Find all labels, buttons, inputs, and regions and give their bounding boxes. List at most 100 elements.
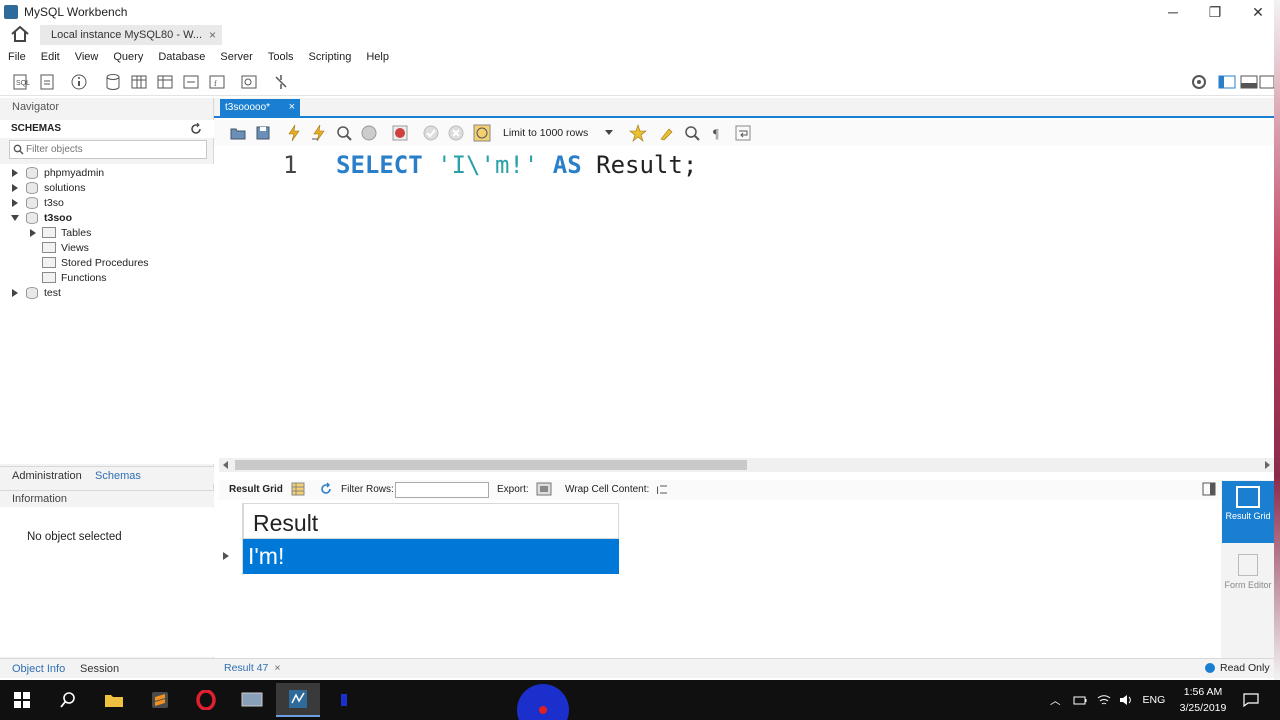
- invisible-characters-icon[interactable]: ¶: [709, 124, 727, 142]
- tree-item-phpmyadmin[interactable]: phpmyadmin: [12, 165, 104, 180]
- wrap-toggle-icon[interactable]: I: [655, 483, 668, 496]
- explain-icon[interactable]: [335, 124, 353, 142]
- beautify-broom-icon[interactable]: [658, 124, 676, 142]
- file-explorer-taskbar-button[interactable]: [92, 683, 136, 717]
- close-button[interactable]: ✕: [1237, 0, 1279, 24]
- autocommit-toggle-icon[interactable]: [473, 124, 491, 142]
- create-schema-icon[interactable]: [104, 73, 122, 91]
- grid-view-icon[interactable]: [291, 482, 305, 496]
- table-cell[interactable]: I'm!: [248, 543, 284, 570]
- add-snippet-star-icon[interactable]: [629, 124, 647, 142]
- search-table-data-icon[interactable]: [240, 73, 258, 91]
- menu-edit[interactable]: Edit: [41, 51, 60, 63]
- close-result-tab-button[interactable]: ×: [274, 662, 280, 674]
- side-form-editor-button[interactable]: Form Editor: [1222, 548, 1274, 604]
- home-icon[interactable]: [10, 26, 30, 42]
- info-icon[interactable]: [70, 73, 88, 91]
- tree-item-stored-procedures[interactable]: Stored Procedures: [36, 255, 149, 270]
- tab-session[interactable]: Session: [80, 663, 119, 675]
- start-button[interactable]: [0, 683, 44, 717]
- execute-lightning-icon[interactable]: [285, 124, 303, 142]
- editor-horizontal-scrollbar[interactable]: [219, 458, 1274, 472]
- battery-icon[interactable]: [1073, 694, 1087, 706]
- sql-statement[interactable]: SELECT 'I\'m!' AS Result;: [336, 151, 697, 179]
- chevron-up-icon[interactable]: ︿: [1050, 693, 1061, 708]
- menu-server[interactable]: Server: [220, 51, 252, 63]
- close-editor-tab-button[interactable]: ×: [289, 101, 295, 113]
- scroll-right-arrow-icon[interactable]: [1265, 461, 1270, 469]
- tree-item-tables[interactable]: Tables: [30, 225, 91, 240]
- rollback-icon[interactable]: [447, 124, 465, 142]
- sql-editor[interactable]: [219, 146, 1274, 458]
- filter-objects-input[interactable]: [26, 142, 204, 157]
- create-function-icon[interactable]: f: [208, 73, 226, 91]
- tree-item-solutions[interactable]: solutions: [12, 180, 85, 195]
- create-table-icon[interactable]: [130, 73, 148, 91]
- taskbar-clock[interactable]: 1:56 AM 3/25/2019: [1168, 684, 1238, 716]
- connection-tab[interactable]: Local instance MySQL80 - W... ×: [40, 25, 222, 45]
- result-tab[interactable]: Result 47 ×: [224, 662, 281, 674]
- minimize-button[interactable]: ─: [1152, 0, 1194, 24]
- menu-file[interactable]: File: [8, 51, 26, 63]
- menu-help[interactable]: Help: [366, 51, 389, 63]
- collapse-arrow-icon[interactable]: [11, 214, 19, 221]
- tab-schemas[interactable]: Schemas: [95, 470, 141, 482]
- menu-view[interactable]: View: [75, 51, 99, 63]
- open-sql-script-icon[interactable]: [39, 73, 57, 91]
- scroll-left-arrow-icon[interactable]: [223, 461, 228, 469]
- toggle-stop-on-error-icon[interactable]: [391, 124, 409, 142]
- close-connection-tab-button[interactable]: ×: [209, 28, 216, 42]
- menu-database[interactable]: Database: [158, 51, 205, 63]
- execute-current-statement-icon[interactable]: [310, 124, 328, 142]
- toggle-result-sidebar-icon[interactable]: [1202, 482, 1216, 496]
- refresh-icon[interactable]: [319, 482, 333, 496]
- find-replace-icon[interactable]: [683, 124, 701, 142]
- create-view-icon[interactable]: [156, 73, 174, 91]
- create-procedure-icon[interactable]: [182, 73, 200, 91]
- word-wrap-icon[interactable]: [734, 124, 752, 142]
- open-file-icon[interactable]: [229, 124, 247, 142]
- filter-rows-input[interactable]: [395, 482, 489, 498]
- scrollbar-thumb[interactable]: [235, 460, 747, 470]
- wifi-icon[interactable]: [1097, 694, 1111, 706]
- tree-item-views[interactable]: Views: [36, 240, 89, 255]
- running-app-taskbar-button[interactable]: [322, 683, 366, 717]
- limit-rows-select[interactable]: Limit to 1000 rows: [503, 124, 617, 141]
- tree-item-t3so[interactable]: t3so: [12, 195, 64, 210]
- expand-arrow-icon[interactable]: [12, 288, 18, 297]
- expand-arrow-icon[interactable]: [12, 168, 18, 177]
- save-icon[interactable]: [254, 124, 272, 142]
- tab-object-info[interactable]: Object Info: [12, 663, 65, 675]
- table-row[interactable]: I'm!: [243, 539, 619, 574]
- menu-query[interactable]: Query: [113, 51, 143, 63]
- toggle-output-panel-icon[interactable]: [1240, 73, 1258, 91]
- mysql-workbench-taskbar-button[interactable]: [276, 683, 320, 717]
- new-sql-tab-icon[interactable]: SQL: [12, 73, 30, 91]
- side-result-grid-button[interactable]: Result Grid: [1222, 481, 1274, 543]
- notification-icon[interactable]: [1243, 693, 1259, 707]
- menu-tools[interactable]: Tools: [268, 51, 294, 63]
- expand-arrow-icon[interactable]: [12, 198, 18, 207]
- opera-taskbar-button[interactable]: [184, 683, 228, 717]
- tree-item-t3soo[interactable]: t3soo: [11, 210, 72, 225]
- language-indicator[interactable]: ENG: [1143, 694, 1166, 706]
- export-icon[interactable]: [536, 482, 552, 496]
- column-header-result[interactable]: Result: [243, 503, 619, 539]
- workbench-launcher-taskbar-button[interactable]: [230, 683, 274, 717]
- restore-button[interactable]: ❐: [1194, 0, 1236, 24]
- menu-scripting[interactable]: Scripting: [309, 51, 352, 63]
- settings-gear-icon[interactable]: [1190, 73, 1208, 91]
- commit-icon[interactable]: [422, 124, 440, 142]
- expand-arrow-icon[interactable]: [12, 183, 18, 192]
- editor-tab-t3sooooo[interactable]: t3sooooo* ×: [220, 99, 300, 117]
- toggle-sidebar-icon[interactable]: [1218, 73, 1236, 91]
- tree-item-test[interactable]: test: [12, 285, 61, 300]
- sublime-text-taskbar-button[interactable]: [138, 683, 182, 717]
- expand-arrow-icon[interactable]: [30, 228, 36, 237]
- search-taskbar-button[interactable]: [46, 683, 90, 717]
- refresh-schemas-icon[interactable]: [190, 123, 202, 135]
- tab-administration[interactable]: Administration: [12, 470, 82, 482]
- stop-icon[interactable]: [360, 124, 378, 142]
- volume-icon[interactable]: [1119, 694, 1133, 706]
- reconnect-icon[interactable]: [272, 73, 290, 91]
